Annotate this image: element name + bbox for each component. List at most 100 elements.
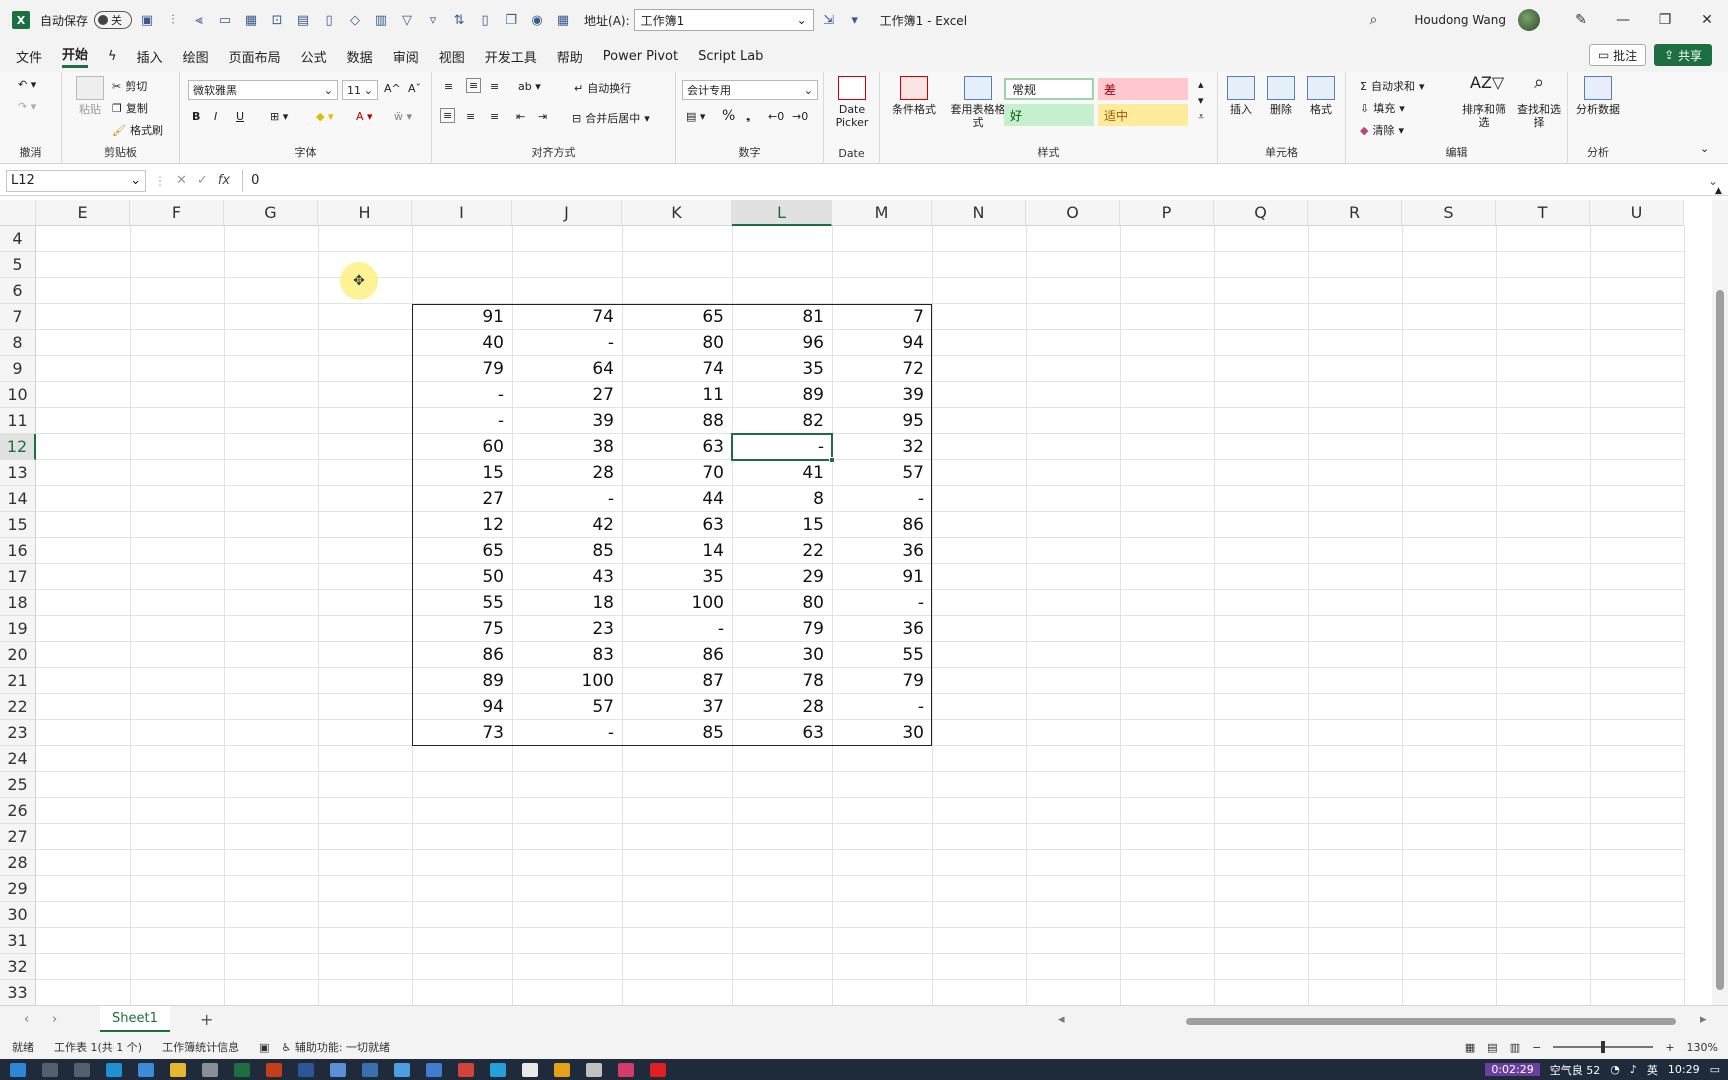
export-icon[interactable]: ⇲ — [818, 9, 840, 31]
active-cell[interactable] — [731, 433, 833, 461]
cell-k7[interactable]: 65 — [622, 304, 732, 330]
enter-icon[interactable]: ✓ — [197, 173, 208, 188]
styles-more-icon[interactable]: ⩡ — [1198, 110, 1204, 124]
align-center-icon[interactable]: ≡ — [466, 110, 475, 123]
cell-k12[interactable]: 63 — [622, 434, 732, 460]
cell-m23[interactable]: 30 — [832, 720, 932, 746]
select-all-corner[interactable] — [0, 200, 36, 226]
tab-power-pivot[interactable]: Power Pivot — [603, 49, 678, 64]
cell-m21[interactable]: 79 — [832, 668, 932, 694]
tab-data[interactable]: 数据 — [347, 47, 373, 66]
app-icon-2[interactable] — [362, 1062, 378, 1077]
next-sheet-icon[interactable]: › — [52, 1012, 57, 1027]
cell-m14[interactable]: - — [832, 486, 932, 512]
app-icon-1[interactable] — [330, 1062, 346, 1077]
cell-m7[interactable]: 7 — [832, 304, 932, 330]
cell-l9[interactable]: 35 — [732, 356, 832, 382]
task-view-icon[interactable] — [74, 1062, 90, 1077]
worksheet-grid[interactable]: EFGHIJKLMNOPQRSTU 4 5 6 7 8 9 10 11 12 13 14 15 16 17… — [0, 200, 1712, 1005]
cell-k14[interactable]: 44 — [622, 486, 732, 512]
insert-function-icon[interactable]: fx — [218, 173, 230, 188]
cell-l16[interactable]: 22 — [732, 538, 832, 564]
row-header-21[interactable]: 21 — [0, 668, 36, 694]
cell-m16[interactable]: 36 — [832, 538, 932, 564]
address-combobox[interactable]: 工作簿1 ⌄ — [633, 9, 814, 31]
row-header-16[interactable]: 16 — [0, 538, 36, 564]
column-header-f[interactable]: F — [130, 200, 224, 226]
underline-button[interactable]: U — [236, 110, 244, 123]
cell-j12[interactable]: 38 — [512, 434, 622, 460]
fill-color-icon[interactable]: ◆ ▾ — [316, 110, 333, 123]
restore-icon[interactable]: ❐ — [1644, 12, 1686, 28]
row-header-32[interactable]: 32 — [0, 954, 36, 980]
accounting-icon[interactable]: ▤ ▾ — [686, 110, 705, 123]
save-icon[interactable]: ▣ — [136, 9, 158, 31]
excel-taskbar-icon[interactable] — [234, 1062, 250, 1077]
tab-page-layout[interactable]: 页面布局 — [229, 47, 281, 66]
cell-j23[interactable]: - — [512, 720, 622, 746]
app-icon-3[interactable] — [394, 1062, 410, 1077]
font-color-icon[interactable]: A ▾ — [356, 110, 373, 123]
comma-icon[interactable]: ❟ — [746, 110, 750, 124]
row-header-27[interactable]: 27 — [0, 824, 36, 850]
cell-k20[interactable]: 86 — [622, 642, 732, 668]
cell-k22[interactable]: 37 — [622, 694, 732, 720]
row-header-29[interactable]: 29 — [0, 876, 36, 902]
zoom-slider-knob[interactable] — [1601, 1041, 1606, 1053]
row-header-25[interactable]: 25 — [0, 772, 36, 798]
phonetic-icon[interactable]: ẅ ▾ — [394, 110, 412, 123]
app-icon-6[interactable] — [490, 1062, 506, 1077]
paste-button[interactable]: 粘贴 — [70, 76, 110, 116]
edge-icon[interactable] — [106, 1062, 122, 1077]
increase-indent-icon[interactable]: ⇥ — [538, 110, 547, 123]
styles-scroll-up-icon[interactable]: ▴ — [1198, 78, 1204, 91]
add-sheet-icon[interactable]: + — [200, 1010, 213, 1029]
increase-decimal-icon[interactable]: ←0 — [768, 110, 784, 123]
cell-m8[interactable]: 94 — [832, 330, 932, 356]
table-icon[interactable]: ▦ — [240, 9, 262, 31]
cell-i22[interactable]: 94 — [412, 694, 512, 720]
row-header-17[interactable]: 17 — [0, 564, 36, 590]
cell-l23[interactable]: 63 — [732, 720, 832, 746]
cell-l8[interactable]: 96 — [732, 330, 832, 356]
decrease-decimal-icon[interactable]: →0 — [792, 110, 808, 123]
row-header-13[interactable]: 13 — [0, 460, 36, 486]
cell-i14[interactable]: 27 — [412, 486, 512, 512]
app-icon-7[interactable] — [554, 1062, 570, 1077]
cell-i16[interactable]: 65 — [412, 538, 512, 564]
style-good[interactable]: 好 — [1004, 104, 1094, 126]
cell-j22[interactable]: 57 — [512, 694, 622, 720]
zoom-level[interactable]: 130% — [1687, 1041, 1718, 1054]
search-icon[interactable]: ⌕ — [1352, 12, 1394, 28]
row-header-26[interactable]: 26 — [0, 798, 36, 824]
autosum-button[interactable]: Σ 自动求和 ▾ — [1360, 78, 1424, 94]
app-icon-9[interactable] — [618, 1062, 634, 1077]
row-header-24[interactable]: 24 — [0, 746, 36, 772]
taskbar-search-icon[interactable] — [42, 1062, 58, 1077]
macro-record-icon[interactable]: ▣ — [259, 1041, 269, 1054]
column-header-u[interactable]: U — [1590, 200, 1684, 226]
cell-k19[interactable]: - — [622, 616, 732, 642]
row-header-20[interactable]: 20 — [0, 642, 36, 668]
cell-j11[interactable]: 39 — [512, 408, 622, 434]
cell-i18[interactable]: 55 — [412, 590, 512, 616]
clock[interactable]: 10:29 — [1668, 1063, 1700, 1076]
zoom-slider[interactable] — [1553, 1041, 1654, 1053]
tab-help[interactable]: 帮助 — [557, 47, 583, 66]
accessibility-status[interactable]: ♿ 辅助功能: 一切就绪 — [281, 1039, 390, 1055]
app-icon-5[interactable] — [458, 1062, 474, 1077]
hscroll-left-icon[interactable]: ◂ — [1058, 1012, 1065, 1027]
column-header-e[interactable]: E — [36, 200, 130, 226]
zoom-in-icon[interactable]: + — [1665, 1041, 1674, 1054]
cell-i23[interactable]: 73 — [412, 720, 512, 746]
font-size-combobox[interactable]: 11 ⌄ — [342, 80, 378, 100]
image-icon[interactable]: ▤ — [292, 9, 314, 31]
store-icon[interactable] — [202, 1062, 218, 1077]
row-header-23[interactable]: 23 — [0, 720, 36, 746]
row-header-8[interactable]: 8 — [0, 330, 36, 356]
cell-l18[interactable]: 80 — [732, 590, 832, 616]
style-neutral[interactable]: 适中 — [1098, 104, 1188, 126]
row-header-5[interactable]: 5 — [0, 252, 36, 278]
format-as-table-button[interactable]: 套用表格格式 — [946, 76, 1010, 129]
collapse-ribbon-icon[interactable]: ⌄ — [1700, 142, 1709, 155]
